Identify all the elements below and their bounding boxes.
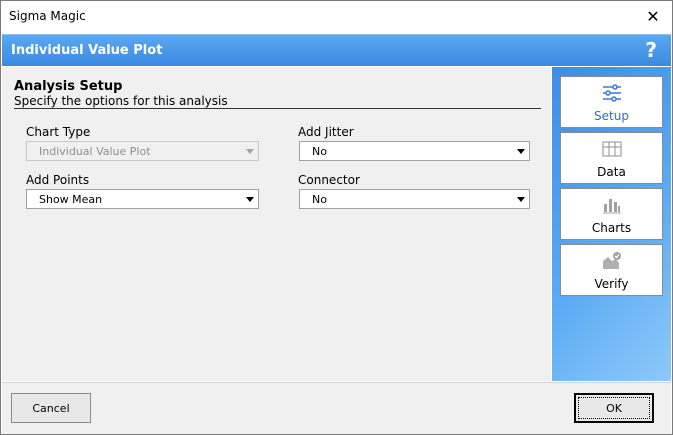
add-points-value: Show Mean — [39, 193, 103, 206]
chart-type-value: Individual Value Plot — [39, 145, 151, 158]
tab-verify-label: Verify — [594, 277, 629, 291]
cancel-button[interactable]: Cancel — [11, 393, 91, 423]
bar-chart-icon — [561, 195, 662, 215]
chart-type-label: Chart Type — [26, 125, 91, 139]
chevron-down-icon[interactable] — [514, 192, 527, 206]
tab-data-label: Data — [597, 165, 626, 179]
dialog-header: Individual Value Plot ? — [2, 34, 671, 66]
dialog-footer: Cancel OK — [2, 382, 671, 434]
grid-icon — [561, 139, 662, 159]
close-icon[interactable]: ✕ — [638, 1, 668, 31]
add-jitter-select[interactable]: No — [299, 141, 530, 161]
chevron-down-icon — [243, 144, 256, 158]
connector-value: No — [312, 193, 327, 206]
side-nav: Setup Data Charts Verify — [552, 67, 671, 381]
tab-setup-label: Setup — [594, 109, 629, 123]
chevron-down-icon[interactable] — [243, 192, 256, 206]
section-subtitle: Specify the options for this analysis — [14, 94, 228, 108]
cancel-button-label: Cancel — [32, 401, 70, 415]
section-divider — [14, 108, 541, 109]
connector-label: Connector — [298, 173, 360, 187]
add-points-label: Add Points — [26, 173, 90, 187]
tab-verify[interactable]: Verify — [560, 244, 663, 296]
ok-button-label: OK — [606, 401, 622, 415]
dialog-window: Sigma Magic ✕ Individual Value Plot ? An… — [0, 0, 673, 435]
dialog-title: Individual Value Plot — [11, 43, 163, 58]
add-points-select[interactable]: Show Mean — [26, 189, 259, 209]
tab-data[interactable]: Data — [560, 132, 663, 184]
add-jitter-value: No — [312, 145, 327, 158]
tab-setup[interactable]: Setup — [560, 76, 663, 128]
help-icon[interactable]: ? — [645, 38, 657, 62]
title-bar: Sigma Magic ✕ — [1, 1, 672, 31]
ok-focus-ring: OK — [578, 397, 650, 419]
tab-charts[interactable]: Charts — [560, 188, 663, 240]
ok-button[interactable]: OK — [574, 393, 654, 423]
tab-charts-label: Charts — [591, 221, 632, 235]
add-jitter-label: Add Jitter — [298, 125, 354, 139]
chart-type-select: Individual Value Plot — [26, 141, 259, 161]
chevron-down-icon[interactable] — [514, 144, 527, 158]
sliders-icon — [561, 83, 662, 103]
connector-select[interactable]: No — [299, 189, 530, 209]
verify-icon — [561, 251, 662, 271]
window-title: Sigma Magic — [9, 9, 86, 23]
setup-panel: Analysis Setup Specify the options for t… — [2, 67, 551, 381]
section-title: Analysis Setup — [14, 79, 123, 94]
